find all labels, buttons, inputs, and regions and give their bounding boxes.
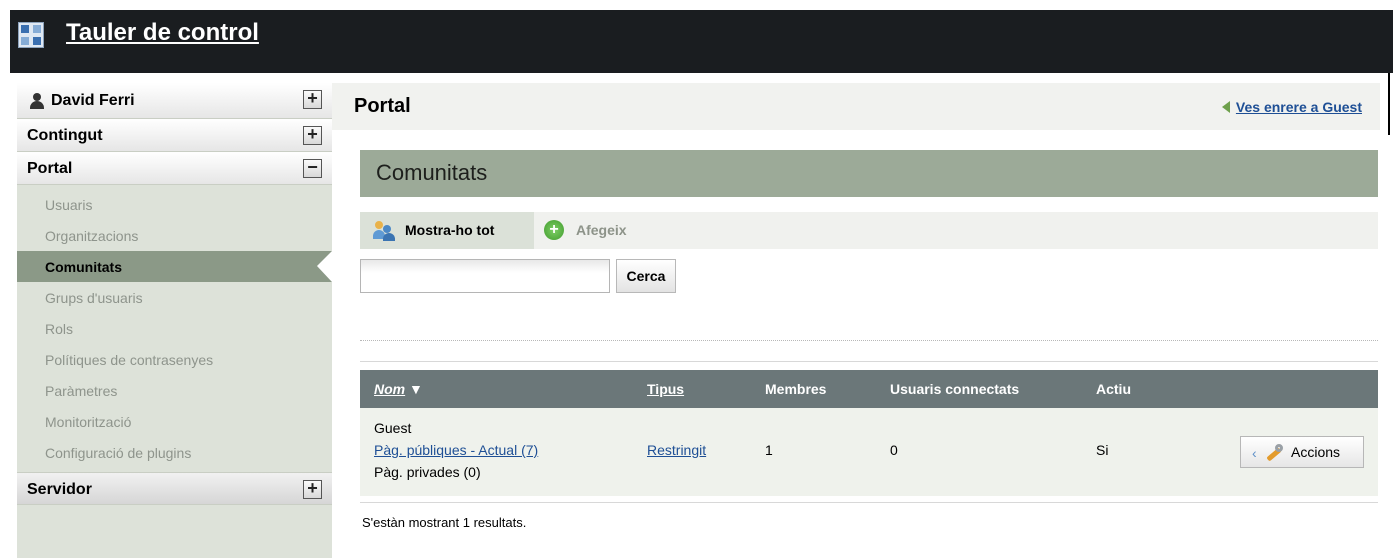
liferay-logo-icon: [18, 22, 44, 48]
sort-desc-icon: ▼: [409, 381, 423, 397]
actions-label: Accions: [1291, 444, 1341, 460]
sidebar-item-grups-usuaris[interactable]: Grups d'usuaris: [17, 282, 332, 313]
sidebar-section-servidor[interactable]: Servidor +: [17, 472, 332, 505]
panel-title: Comunitats: [360, 150, 1378, 197]
collapse-icon[interactable]: −: [303, 158, 322, 178]
sidebar-item-configuracio-plugins[interactable]: Configuració de plugins: [17, 437, 332, 468]
portal-bar: Portal Ves enrere a Guest: [332, 83, 1380, 130]
col-tipus[interactable]: Tipus: [647, 381, 684, 397]
user-icon: [29, 93, 45, 109]
col-nom-label: Nom: [374, 381, 406, 397]
sidebar-item-comunitats[interactable]: Comunitats: [17, 251, 332, 282]
back-arrow-icon: [1221, 101, 1230, 113]
online-count: 0: [890, 442, 898, 458]
col-nom[interactable]: Nom ▼: [374, 381, 423, 397]
sidebar-item-usuaris[interactable]: Usuaris: [17, 189, 332, 220]
sidebar-item-politiques-contrasenyes[interactable]: Polítiques de contrasenyes: [17, 344, 332, 375]
sidebar: David Ferri + Contingut + Portal − Usuar…: [17, 83, 332, 558]
section-label: Contingut: [27, 127, 103, 144]
user-name: David Ferri: [51, 92, 135, 109]
sidebar-section-portal[interactable]: Portal −: [17, 152, 332, 185]
table-header: Nom ▼ Tipus Membres Usuaris connectats A…: [360, 370, 1378, 408]
sidebar-item-rols[interactable]: Rols: [17, 313, 332, 344]
results-count: S'estàn mostrant 1 resultats.: [362, 515, 527, 530]
search-input[interactable]: [360, 259, 610, 293]
tab-label: Afegeix: [576, 222, 627, 238]
tab-label: Mostra-ho tot: [405, 222, 495, 238]
sidebar-section-contingut[interactable]: Contingut +: [17, 119, 332, 152]
col-usuaris-connectats: Usuaris connectats: [890, 381, 1020, 397]
sidebar-user-section[interactable]: David Ferri +: [17, 83, 332, 119]
private-pages: Pàg. privades (0): [374, 464, 481, 480]
expand-icon[interactable]: +: [303, 125, 322, 145]
public-pages-link[interactable]: Pàg. públiques - Actual (7): [374, 442, 538, 458]
members-count: 1: [765, 442, 773, 458]
section-label: Portal: [27, 160, 73, 177]
col-actiu: Actiu: [1096, 381, 1131, 397]
dotted-separator: [360, 340, 1378, 341]
active-status: Si: [1096, 442, 1109, 458]
col-membres: Membres: [765, 381, 827, 397]
control-panel-title[interactable]: Tauler de control: [66, 19, 259, 47]
page-title: Portal: [354, 95, 411, 117]
add-icon: +: [544, 220, 564, 240]
sidebar-item-monitoritzacio[interactable]: Monitorització: [17, 406, 332, 437]
communities-table: Nom ▼ Tipus Membres Usuaris connectats A…: [360, 370, 1378, 496]
back-link-label: Ves enrere a Guest: [1235, 99, 1362, 115]
community-name: Guest: [374, 420, 412, 436]
tab-show-all[interactable]: Mostra-ho tot: [360, 212, 534, 249]
chevron-left-icon: ‹: [1252, 445, 1257, 461]
toolbar-tabs: Mostra-ho tot + Afegeix: [360, 212, 1378, 249]
wrench-icon: [1263, 443, 1285, 463]
type-link[interactable]: Restringit: [647, 442, 706, 458]
expand-icon[interactable]: +: [303, 89, 322, 109]
sidebar-item-organitzacions[interactable]: Organitzacions: [17, 220, 332, 251]
tab-add[interactable]: + Afegeix: [544, 212, 627, 249]
separator: [360, 502, 1378, 503]
back-link[interactable]: Ves enrere a Guest: [1221, 99, 1362, 115]
separator: [360, 361, 1378, 362]
table-row: Guest Pàg. públiques - Actual (7) Pàg. p…: [360, 408, 1378, 496]
search-button[interactable]: Cerca: [616, 259, 676, 293]
sidebar-item-parametres[interactable]: Paràmetres: [17, 375, 332, 406]
communities-icon: [373, 221, 395, 241]
actions-button[interactable]: ‹ Accions: [1240, 436, 1364, 468]
expand-icon[interactable]: +: [303, 479, 322, 499]
top-bar: Tauler de control: [10, 10, 1393, 73]
section-label: Servidor: [27, 481, 92, 498]
portal-items: Usuaris Organitzacions Comunitats Grups …: [17, 185, 332, 472]
divider: [1388, 73, 1390, 135]
